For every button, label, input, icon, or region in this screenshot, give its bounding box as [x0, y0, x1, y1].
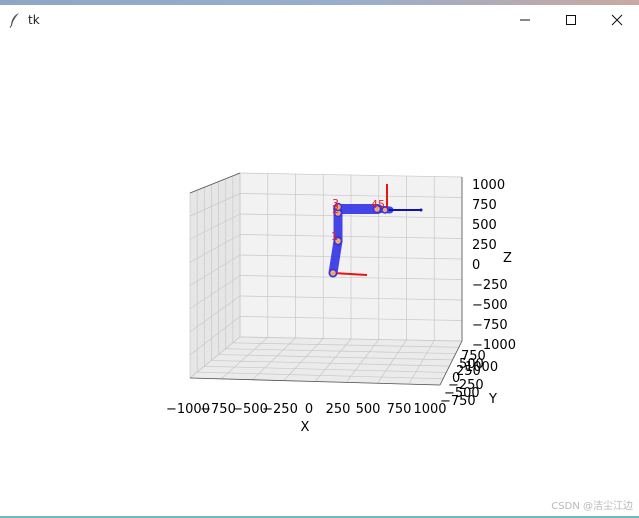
joint-label-4: 4 — [371, 198, 378, 211]
joint-label-3: 3 — [332, 197, 339, 210]
x-tick-label: 750 — [387, 402, 412, 417]
z-tick-label: −750 — [472, 318, 508, 333]
joint-label-1: 1 — [331, 230, 338, 243]
z-tick-label: 1000 — [472, 178, 505, 193]
x-tick-labels: −1000−750−500−250 0 250 500 750 1000 — [166, 402, 447, 417]
joint-0 — [328, 268, 338, 278]
x-tick-label: 500 — [356, 402, 381, 417]
x-axis-label: X — [301, 420, 310, 435]
z-tick-label: −1000 — [472, 338, 516, 353]
minimize-icon — [520, 19, 530, 21]
z-tick-label: −500 — [472, 298, 508, 313]
z-tick-label: 0 — [472, 258, 480, 273]
feather-icon — [9, 13, 19, 28]
end-effector-tip — [419, 208, 423, 212]
maximize-icon — [566, 15, 576, 25]
z-tick-label: 250 — [472, 238, 497, 253]
title-bar[interactable]: tk — [0, 5, 639, 35]
y-tick-label: 1000 — [465, 360, 498, 375]
z-tick-label: −250 — [472, 278, 508, 293]
maximize-button[interactable] — [548, 5, 594, 35]
z-tick-label: 500 — [472, 218, 497, 233]
z-tick-label: 750 — [472, 198, 497, 213]
joint-label-5: 5 — [378, 198, 385, 211]
close-icon — [611, 14, 623, 26]
link-1 — [328, 236, 343, 278]
z-axis-label: Z — [503, 251, 512, 266]
window-title: tk — [28, 13, 40, 27]
close-button[interactable] — [594, 5, 639, 35]
x-tick-label: −250 — [262, 402, 298, 417]
watermark: CSDN @洁尘江边 — [551, 501, 633, 512]
plot-3d-canvas[interactable]: −1000−750−500−250 0 250 500 750 1000 −750−500… — [0, 35, 639, 515]
x-tick-label: −750 — [200, 402, 236, 417]
minimize-button[interactable] — [502, 5, 548, 35]
x-tick-label: 250 — [326, 402, 351, 417]
x-tick-label: 0 — [305, 402, 313, 417]
y-axis-label: Y — [488, 392, 497, 407]
